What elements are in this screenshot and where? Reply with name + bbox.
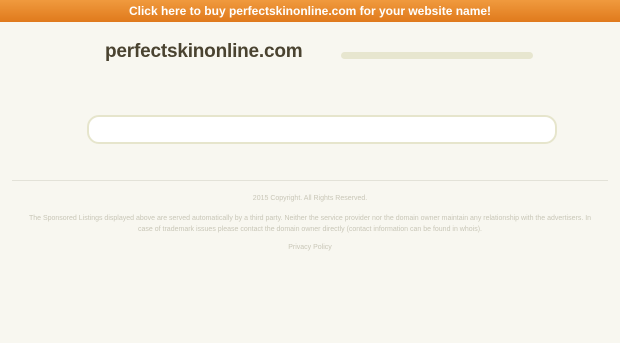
- privacy-policy-link[interactable]: Privacy Policy: [288, 244, 332, 251]
- main-search-input[interactable]: [87, 115, 557, 144]
- footer-divider: [12, 180, 608, 181]
- page: Click here to buy perfectskinonline.com …: [0, 0, 620, 343]
- sponsored-listings-disclaimer: The Sponsored Listings displayed above a…: [28, 215, 592, 233]
- copyright-text: 2015 Copyright. All Rights Reserved.: [252, 195, 368, 202]
- domain-title: perfectskinonline.com: [105, 41, 303, 62]
- privacy-row: Privacy Policy: [0, 244, 620, 251]
- buy-domain-banner-link[interactable]: Click here to buy perfectskinonline.com …: [0, 0, 620, 22]
- header-search-bar[interactable]: [341, 52, 533, 59]
